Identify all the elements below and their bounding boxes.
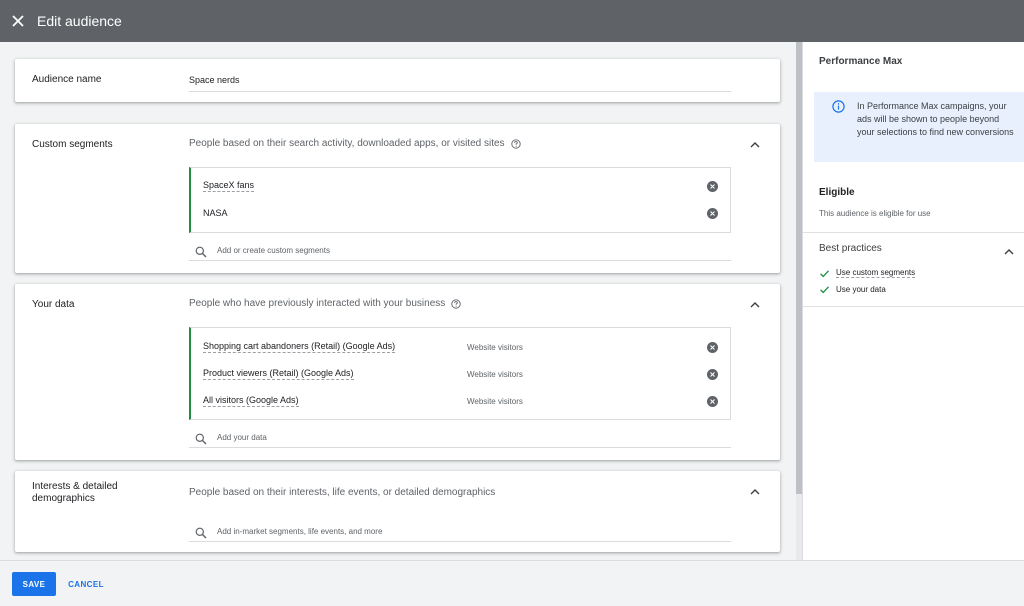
audience-name-underline (189, 91, 731, 92)
interests-label-line2: demographics (32, 493, 95, 504)
your-data-description: People who have previously interacted wi… (189, 298, 461, 309)
help-icon[interactable] (510, 138, 521, 149)
best-practice-item: Use custom segments (819, 267, 916, 279)
data-segment-type: Website visitors (467, 396, 523, 406)
search-icon (195, 245, 207, 257)
data-segment-type: Website visitors (467, 369, 523, 379)
chevron-up-icon[interactable] (1004, 242, 1016, 255)
list-item: Product viewers (Retail) (Google Ads) We… (203, 366, 730, 382)
your-data-card: Your data People who have previously int… (15, 284, 780, 460)
interests-description-text: People based on their interests, life ev… (189, 487, 496, 498)
your-data-list: Shopping cart abandoners (Retail) (Googl… (189, 327, 731, 420)
audience-name-label: Audience name (32, 74, 102, 85)
divider (803, 306, 1024, 307)
search-icon (195, 526, 207, 538)
data-segment-name: All visitors (Google Ads) (203, 395, 299, 407)
info-text: In Performance Max campaigns, your ads w… (857, 101, 1014, 137)
your-data-description-text: People who have previously interacted wi… (189, 298, 446, 309)
best-practice-label[interactable]: Use your data (836, 285, 886, 294)
interests-label: Interests & detailed demographics (32, 481, 118, 505)
data-segment-name: Shopping cart abandoners (Retail) (Googl… (203, 341, 396, 353)
bottom-bar: SAVE CANCEL (0, 560, 1024, 606)
interests-description: People based on their interests, life ev… (189, 487, 495, 498)
top-bar: Edit audience (0, 0, 1024, 42)
side-panel-title: Performance Max (819, 56, 903, 67)
best-practice-label[interactable]: Use custom segments (836, 268, 916, 278)
help-icon[interactable] (451, 298, 461, 309)
custom-segments-search (189, 241, 731, 261)
collapse-chevron-icon[interactable] (748, 138, 762, 152)
info-box: In Performance Max campaigns, your ads w… (814, 92, 1024, 162)
custom-segments-description: People based on their search activity, d… (189, 138, 521, 149)
check-icon (819, 268, 830, 279)
audience-name-card: Audience name Space nerds (15, 59, 780, 102)
list-item: NASA (203, 205, 730, 221)
custom-segments-description-text: People based on their search activity, d… (189, 138, 505, 149)
check-icon (819, 284, 830, 295)
interests-label-line1: Interests & detailed (32, 481, 118, 492)
interests-search (189, 522, 731, 542)
custom-segments-card: Custom segments People based on their se… (15, 124, 780, 273)
custom-segments-list: SpaceX fans NASA (189, 167, 731, 233)
remove-icon[interactable] (707, 395, 718, 407)
eligible-subtitle: This audience is eligible for use (819, 209, 931, 218)
main-content: Audience name Space nerds Custom segment… (0, 42, 796, 560)
data-segment-type: Website visitors (467, 342, 523, 352)
best-practice-item: Use your data (819, 283, 886, 295)
remove-icon[interactable] (707, 368, 718, 380)
list-item: SpaceX fans (203, 178, 730, 194)
data-segment-name: Product viewers (Retail) (Google Ads) (203, 368, 354, 380)
side-panel: Performance Max In Performance Max campa… (802, 42, 1024, 560)
collapse-chevron-icon[interactable] (748, 485, 762, 499)
page-title: Edit audience (37, 13, 122, 29)
segment-name: SpaceX fans (203, 180, 255, 192)
info-icon (832, 100, 845, 113)
remove-icon[interactable] (707, 341, 718, 353)
cancel-button[interactable]: CANCEL (62, 572, 110, 596)
save-button[interactable]: SAVE (12, 572, 56, 596)
best-practices-title: Best practices (819, 243, 882, 254)
segment-name: NASA (203, 207, 228, 218)
your-data-label: Your data (32, 299, 75, 310)
interests-search-input[interactable] (217, 527, 697, 536)
list-item: All visitors (Google Ads) Website visito… (203, 393, 730, 409)
close-icon[interactable] (8, 11, 28, 31)
divider (803, 232, 1024, 233)
custom-segments-label: Custom segments (32, 139, 113, 150)
list-item: Shopping cart abandoners (Retail) (Googl… (203, 339, 730, 355)
interests-card: Interests & detailed demographics People… (15, 471, 780, 552)
your-data-search-input[interactable] (217, 433, 697, 442)
search-icon (195, 432, 207, 444)
eligible-title: Eligible (819, 187, 855, 198)
collapse-chevron-icon[interactable] (748, 298, 762, 312)
custom-segments-search-input[interactable] (217, 246, 697, 255)
remove-icon[interactable] (707, 180, 718, 192)
audience-name-input[interactable]: Space nerds (189, 75, 240, 85)
remove-icon[interactable] (707, 207, 718, 219)
your-data-search (189, 428, 731, 448)
